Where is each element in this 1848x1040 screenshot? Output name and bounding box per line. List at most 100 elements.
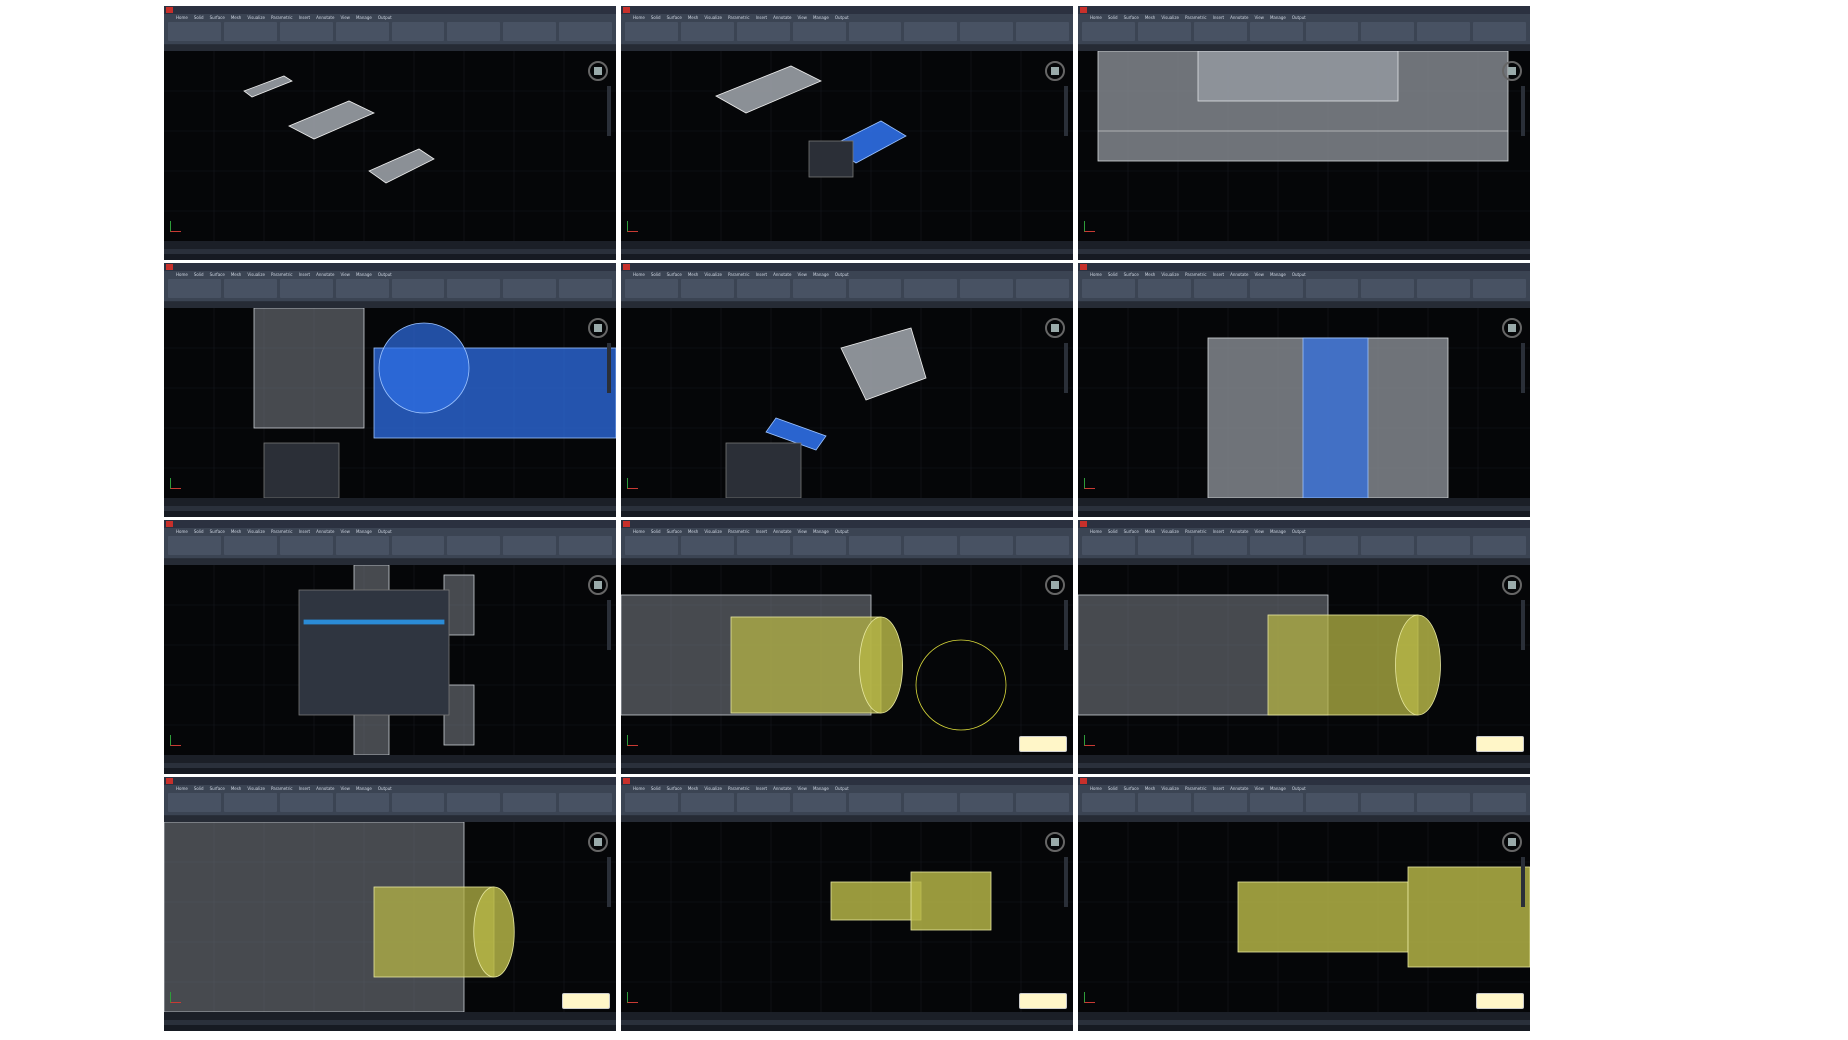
ribbon-panel[interactable] (559, 536, 612, 555)
ribbon-tab[interactable]: Mesh (231, 786, 242, 791)
command-line[interactable] (621, 1012, 1073, 1020)
ribbon-panel[interactable] (503, 793, 557, 812)
ribbon-panel[interactable] (168, 22, 221, 41)
ribbon-panel[interactable] (736, 793, 790, 812)
ribbon-tab[interactable]: Insert (1213, 786, 1224, 791)
viewcube-icon[interactable] (1502, 575, 1522, 595)
ribbon-panel[interactable] (335, 793, 389, 812)
ribbon-tab[interactable]: Parametric (271, 529, 293, 534)
ribbon-tab[interactable]: View (797, 272, 807, 277)
ribbon-tab[interactable]: Surface (1124, 15, 1139, 20)
ribbon-tab[interactable]: Surface (1124, 529, 1139, 534)
ribbon-tab[interactable]: Annotate (1230, 15, 1248, 20)
ribbon-panel[interactable] (279, 279, 333, 298)
ribbon-panel[interactable] (1417, 22, 1471, 41)
ribbon-tab[interactable]: Parametric (1185, 529, 1207, 534)
ribbon-panel[interactable] (1249, 279, 1303, 298)
ribbon-panel[interactable] (625, 793, 678, 812)
ribbon-tab[interactable]: Surface (210, 15, 225, 20)
ribbon-tab[interactable]: Solid (194, 272, 204, 277)
ribbon-tab[interactable]: Output (378, 272, 392, 277)
ribbon-tab[interactable]: Output (835, 529, 849, 534)
ribbon-tab[interactable]: Parametric (1185, 786, 1207, 791)
ribbon-panel[interactable] (680, 279, 734, 298)
ribbon-panel[interactable] (391, 536, 445, 555)
ribbon-panel[interactable] (1016, 793, 1069, 812)
ribbon-tab[interactable]: Insert (1213, 15, 1224, 20)
ribbon-tab[interactable]: Annotate (1230, 272, 1248, 277)
ribbon-panel[interactable] (279, 22, 333, 41)
ribbon-panel[interactable] (168, 536, 221, 555)
ribbon-tab[interactable]: Output (1292, 15, 1306, 20)
navigation-bar[interactable] (1064, 600, 1068, 650)
command-line[interactable] (1078, 1012, 1530, 1020)
viewcube-icon[interactable] (588, 61, 608, 81)
command-line[interactable] (1078, 498, 1530, 506)
command-line[interactable] (1078, 755, 1530, 763)
ribbon-tab[interactable]: Parametric (728, 529, 750, 534)
ribbon-tab[interactable]: Solid (651, 272, 661, 277)
ribbon-panel[interactable] (1016, 536, 1069, 555)
ribbon-panel[interactable] (335, 22, 389, 41)
ribbon-tab[interactable]: Solid (1108, 272, 1118, 277)
model-viewport[interactable] (621, 822, 1073, 1012)
ribbon-tab[interactable]: Solid (1108, 15, 1118, 20)
ribbon-tab[interactable]: Insert (1213, 529, 1224, 534)
ribbon-tab[interactable]: Annotate (773, 529, 791, 534)
navigation-bar[interactable] (607, 86, 611, 136)
ribbon-tab[interactable]: Annotate (773, 786, 791, 791)
ribbon-tab[interactable]: Output (1292, 786, 1306, 791)
ribbon-tab[interactable]: Parametric (728, 15, 750, 20)
navigation-bar[interactable] (607, 343, 611, 393)
app-menu-icon[interactable] (1080, 778, 1087, 784)
ribbon-tab[interactable]: Solid (651, 15, 661, 20)
ribbon-tab[interactable]: Surface (667, 272, 682, 277)
command-line[interactable] (1078, 241, 1530, 249)
ribbon-panel[interactable] (1193, 793, 1247, 812)
model-viewport[interactable] (1078, 308, 1530, 498)
ribbon-tab[interactable]: Mesh (688, 272, 699, 277)
navigation-bar[interactable] (1064, 857, 1068, 907)
ribbon-tab[interactable]: Visualize (247, 786, 265, 791)
ribbon-tab[interactable]: Insert (299, 15, 310, 20)
navigation-bar[interactable] (1521, 86, 1525, 136)
app-menu-icon[interactable] (166, 521, 173, 527)
ribbon-tab[interactable]: Insert (756, 786, 767, 791)
ribbon-panel[interactable] (680, 793, 734, 812)
ribbon-tab[interactable]: Solid (194, 529, 204, 534)
ribbon-panel[interactable] (625, 279, 678, 298)
ribbon-panel[interactable] (1137, 793, 1191, 812)
ribbon-panel[interactable] (1305, 279, 1359, 298)
ribbon-tab[interactable]: View (797, 15, 807, 20)
navigation-bar[interactable] (1064, 343, 1068, 393)
ribbon-tab[interactable]: View (340, 272, 350, 277)
ribbon-tab[interactable]: Output (378, 529, 392, 534)
ribbon-panel[interactable] (559, 279, 612, 298)
viewcube-icon[interactable] (1502, 61, 1522, 81)
ribbon-panel[interactable] (1082, 536, 1135, 555)
ribbon-tab[interactable]: Output (835, 786, 849, 791)
ribbon-panel[interactable] (391, 793, 445, 812)
ribbon-panel[interactable] (1473, 279, 1526, 298)
ribbon-panel[interactable] (1082, 793, 1135, 812)
command-line[interactable] (621, 241, 1073, 249)
ribbon-panel[interactable] (1137, 22, 1191, 41)
ribbon-tab[interactable]: Annotate (316, 529, 334, 534)
ribbon-tab[interactable]: View (340, 786, 350, 791)
ribbon-tab[interactable]: Mesh (1145, 15, 1156, 20)
ribbon-tab[interactable]: Surface (1124, 272, 1139, 277)
ribbon-tab[interactable]: Manage (356, 529, 372, 534)
ribbon-panel[interactable] (792, 536, 846, 555)
ribbon-tab[interactable]: Insert (1213, 272, 1224, 277)
ribbon-tab[interactable]: Surface (667, 529, 682, 534)
ribbon-tab[interactable]: Mesh (231, 529, 242, 534)
viewcube-icon[interactable] (588, 832, 608, 852)
ribbon-panel[interactable] (1193, 279, 1247, 298)
ribbon-panel[interactable] (904, 279, 958, 298)
ribbon-panel[interactable] (168, 793, 221, 812)
app-menu-icon[interactable] (166, 7, 173, 13)
command-line[interactable] (164, 755, 616, 763)
ribbon-panel[interactable] (625, 22, 678, 41)
ribbon-tab[interactable]: Home (176, 786, 188, 791)
ribbon-tab[interactable]: Annotate (316, 272, 334, 277)
